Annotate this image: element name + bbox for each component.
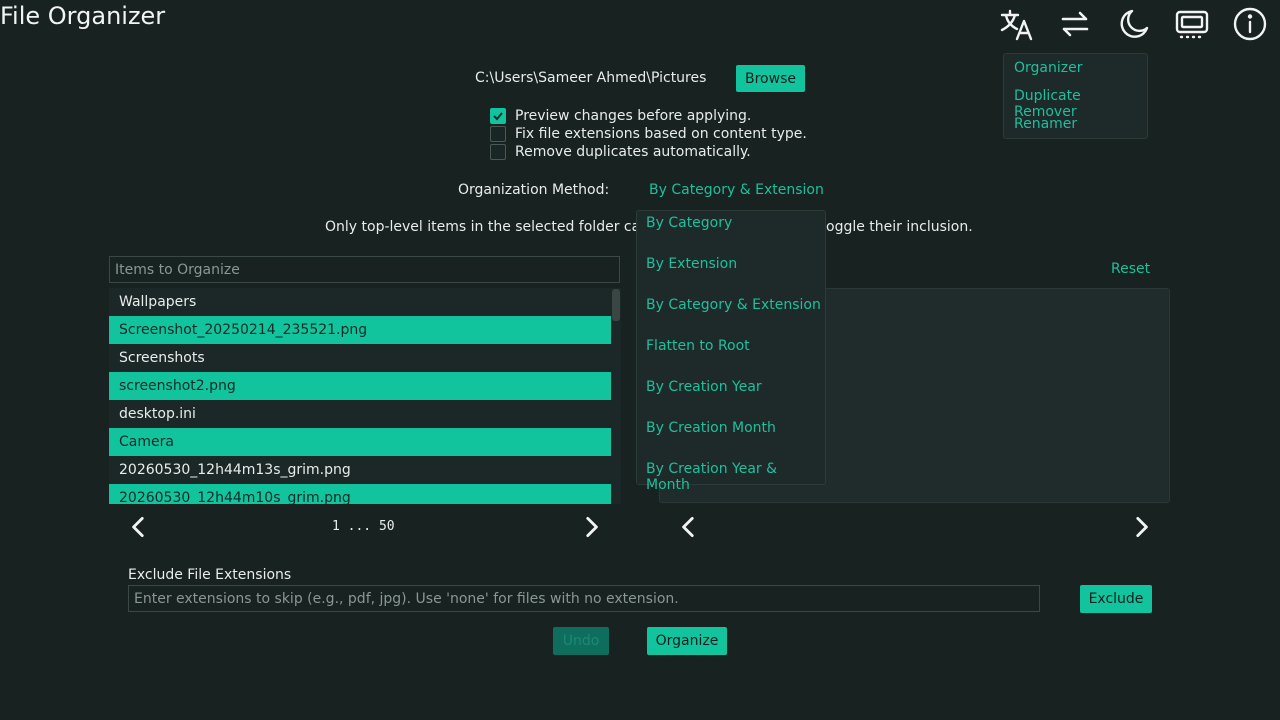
menu-item-organizer[interactable]: Organizer bbox=[1014, 60, 1082, 76]
translate-icon[interactable] bbox=[996, 4, 1036, 44]
exclude-field-wrapper bbox=[128, 585, 1040, 612]
method-option[interactable]: By Creation Year & Month bbox=[646, 461, 825, 493]
list-item-label: desktop.ini bbox=[119, 406, 196, 422]
items-list[interactable]: Wallpapers Screenshot_20250214_235521.pn… bbox=[109, 288, 611, 504]
list-item[interactable]: screenshot2.png bbox=[109, 372, 611, 400]
list-item[interactable]: Wallpapers bbox=[109, 288, 611, 316]
exclude-extensions-input[interactable] bbox=[129, 586, 1039, 611]
option-preview-changes[interactable]: Preview changes before applying. bbox=[490, 108, 751, 124]
list-item-label: Screenshots bbox=[119, 350, 205, 366]
menu-item-renamer[interactable]: Renamer bbox=[1014, 116, 1077, 132]
screen-icon[interactable] bbox=[1172, 4, 1212, 44]
list-item-label: Camera bbox=[119, 434, 174, 450]
option-fix-extensions[interactable]: Fix file extensions based on content typ… bbox=[490, 126, 807, 142]
method-dropdown: By Category By Extension By Category & E… bbox=[636, 210, 826, 493]
method-option[interactable]: Flatten to Root bbox=[646, 338, 750, 354]
list-item-label: Screenshot_20250214_235521.png bbox=[119, 322, 368, 338]
chevron-right-icon[interactable] bbox=[1126, 512, 1156, 542]
reset-button[interactable]: Reset bbox=[1111, 261, 1150, 277]
list-item[interactable]: Screenshots bbox=[109, 344, 611, 372]
info-text-left: Only top-level items in the selected fol… bbox=[325, 219, 663, 235]
chevron-left-icon[interactable] bbox=[124, 512, 154, 542]
chevron-left-icon[interactable] bbox=[674, 512, 704, 542]
list-item[interactable]: desktop.ini bbox=[109, 400, 611, 428]
browse-button[interactable]: Browse bbox=[736, 65, 805, 92]
items-scrollbar-thumb[interactable] bbox=[612, 289, 620, 321]
items-header-field[interactable]: Items to Organize bbox=[109, 256, 620, 283]
option-remove-duplicates[interactable]: Remove duplicates automatically. bbox=[490, 144, 751, 160]
fix-extensions-checkbox[interactable] bbox=[490, 126, 506, 142]
list-item[interactable]: 20260530_12h44m10s_grim.png bbox=[109, 484, 611, 504]
folder-path: C:\Users\Sameer Ahmed\Pictures bbox=[475, 70, 707, 86]
list-item[interactable]: 20260530_12h44m13s_grim.png bbox=[109, 456, 611, 484]
list-item-label: screenshot2.png bbox=[119, 378, 236, 394]
list-item-label: 20260530_12h44m10s_grim.png bbox=[119, 490, 351, 504]
info-icon[interactable] bbox=[1230, 4, 1270, 44]
method-label: Organization Method: bbox=[458, 182, 610, 198]
mode-menu: Organizer Duplicate Remover Renamer bbox=[1003, 53, 1148, 139]
preview-checkbox[interactable] bbox=[490, 108, 506, 124]
items-header-placeholder: Items to Organize bbox=[115, 262, 240, 278]
swap-icon[interactable] bbox=[1055, 4, 1095, 44]
method-option[interactable]: By Creation Year bbox=[646, 379, 762, 395]
app-title: File Organizer bbox=[0, 2, 166, 30]
list-item[interactable]: Screenshot_20250214_235521.png bbox=[109, 316, 611, 344]
method-option[interactable]: By Category & Extension bbox=[646, 297, 821, 313]
list-item-label: 20260530_12h44m13s_grim.png bbox=[119, 462, 351, 478]
remove-duplicates-checkbox[interactable] bbox=[490, 144, 506, 160]
page-indicator: 1 ... 50 bbox=[332, 519, 395, 534]
list-item-label: Wallpapers bbox=[119, 294, 197, 310]
option-label: Fix file extensions based on content typ… bbox=[515, 126, 807, 142]
method-option[interactable]: By Creation Month bbox=[646, 420, 776, 436]
organize-button[interactable]: Organize bbox=[647, 627, 727, 655]
method-select[interactable]: By Category & Extension bbox=[649, 182, 824, 198]
option-label: Remove duplicates automatically. bbox=[515, 144, 751, 160]
exclude-label: Exclude File Extensions bbox=[128, 567, 292, 583]
exclude-button[interactable]: Exclude bbox=[1080, 585, 1152, 613]
method-option[interactable]: By Extension bbox=[646, 256, 737, 272]
info-text-right: oggle their inclusion. bbox=[826, 219, 973, 235]
list-item[interactable]: Camera bbox=[109, 428, 611, 456]
moon-icon[interactable] bbox=[1113, 4, 1153, 44]
undo-button[interactable]: Undo bbox=[553, 627, 609, 655]
option-label: Preview changes before applying. bbox=[515, 108, 752, 124]
chevron-right-icon[interactable] bbox=[576, 512, 606, 542]
method-option[interactable]: By Category bbox=[646, 215, 732, 231]
